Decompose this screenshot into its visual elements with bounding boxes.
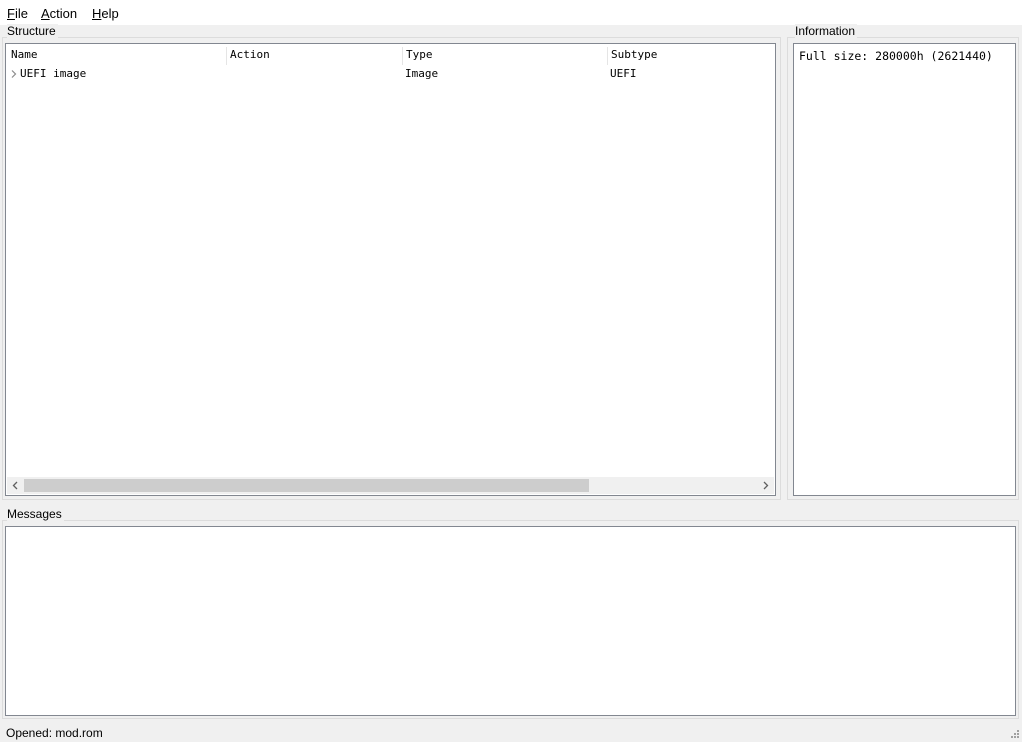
structure-title: Structure [7, 24, 58, 38]
row-subtype: UEFI [610, 67, 637, 80]
information-title: Information [795, 24, 858, 38]
menu-action-label: ction [49, 6, 78, 21]
menu-file-accelerator: F [7, 6, 15, 21]
row-type: Image [405, 67, 439, 80]
tree-header: Name Action Type Subtype [7, 45, 774, 65]
menu-bar: File Action Help [0, 0, 1022, 25]
menu-file[interactable]: File [7, 6, 28, 21]
column-header-type[interactable]: Type [402, 45, 433, 65]
chevron-left-icon[interactable] [11, 481, 20, 490]
column-header-subtype[interactable]: Subtype [607, 45, 657, 65]
information-text: Full size: 280000h (2621440) [799, 49, 993, 63]
information-panel[interactable]: Full size: 280000h (2621440) [793, 43, 1016, 496]
menu-action-accelerator: A [41, 6, 50, 21]
messages-title: Messages [7, 507, 64, 521]
status-bar: Opened: mod.rom [0, 723, 1022, 741]
menu-action[interactable]: Action [41, 6, 77, 21]
horizontal-scrollbar[interactable] [7, 477, 774, 494]
column-header-action[interactable]: Action [226, 45, 270, 65]
menu-help[interactable]: Help [92, 6, 119, 21]
chevron-right-icon[interactable] [10, 70, 18, 78]
menu-file-label: ile [14, 6, 28, 21]
size-grip-icon[interactable] [1009, 728, 1019, 738]
row-name: UEFI image [20, 67, 87, 80]
structure-tree[interactable]: Name Action Type Subtype UEFI image Imag… [5, 43, 776, 496]
menu-help-label: elp [101, 6, 119, 21]
status-text: Opened: mod.rom [6, 726, 103, 740]
menu-help-accelerator: H [92, 6, 102, 21]
scrollbar-thumb[interactable] [24, 479, 589, 492]
messages-panel[interactable] [5, 526, 1016, 716]
column-header-name[interactable]: Name [7, 45, 38, 65]
tree-row[interactable]: UEFI image Image UEFI [7, 65, 774, 83]
chevron-right-icon[interactable] [761, 481, 770, 490]
